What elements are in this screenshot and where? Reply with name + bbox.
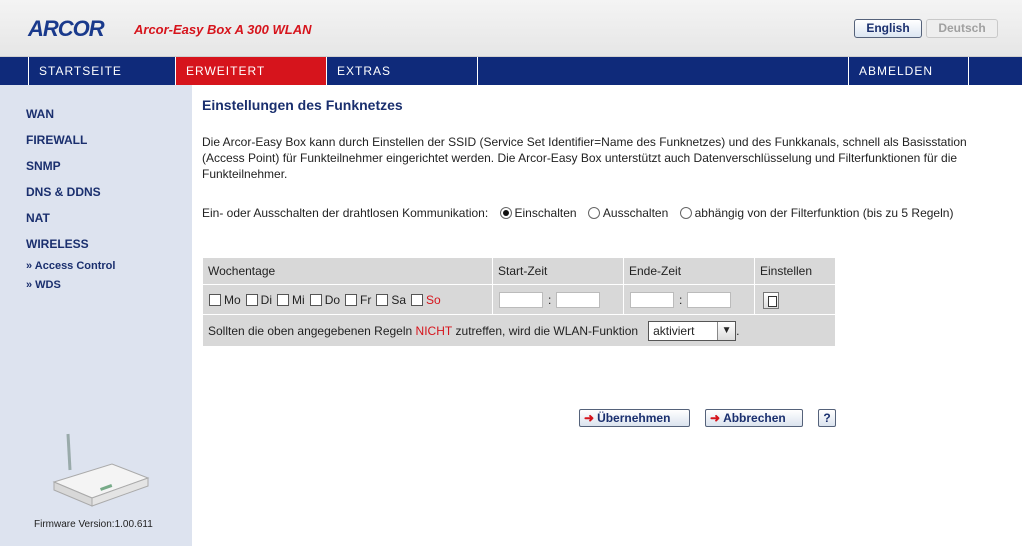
checkbox-do[interactable]: Do <box>309 293 341 307</box>
header-bar: ARCOR Arcor-Easy Box A 300 WLAN English … <box>0 0 1022 57</box>
arcor-logo: ARCOR <box>28 16 105 42</box>
day-label: So <box>426 293 441 307</box>
radio-ausschalten-label: Ausschalten <box>602 206 669 220</box>
day-label: Fr <box>360 293 372 307</box>
checkbox-sa[interactable]: Sa <box>376 293 406 307</box>
arrow-right-icon: ➜ <box>710 411 721 425</box>
product-name: Arcor-Easy Box A 300 WLAN <box>134 22 312 37</box>
start-time-cell: : <box>493 285 624 315</box>
sidebar-sub-wds[interactable]: » WDS <box>26 279 61 291</box>
sidebar-sub-access-control[interactable]: » Access Control <box>26 260 115 272</box>
radio-group-label: Ein- oder Ausschalten der drahtlosen Kom… <box>202 206 489 220</box>
sidebar-item-dns-ddns[interactable]: DNS & DDNS <box>26 185 101 199</box>
checkbox-mi[interactable]: Mi <box>277 293 305 307</box>
table-header-row: Wochentage Start-Zeit Ende-Zeit Einstell… <box>203 258 835 284</box>
deutsch-button[interactable]: Deutsch <box>926 19 998 38</box>
checkbox-box[interactable] <box>277 294 290 306</box>
chevron-down-icon[interactable]: ▼ <box>717 321 736 340</box>
abbrechen-label: Abbrechen <box>723 411 786 425</box>
header-einstellen: Einstellen <box>760 264 813 278</box>
radio-filterfunktion-label: abhängig von der Filterfunktion (bis zu … <box>694 206 954 220</box>
rule-text-end: . <box>736 323 740 338</box>
sidebar: WAN FIREWALL SNMP DNS & DDNS NAT WIRELES… <box>0 85 192 546</box>
description-text: Die Arcor-Easy Box kann durch Einstellen… <box>202 135 967 181</box>
sidebar-item-snmp[interactable]: SNMP <box>26 159 61 173</box>
radio-einschalten[interactable] <box>499 207 512 219</box>
checkbox-di[interactable]: Di <box>245 293 273 307</box>
radio-filterfunktion[interactable] <box>679 207 692 219</box>
nav-extras[interactable]: EXTRAS <box>327 57 478 85</box>
day-label: Di <box>260 293 273 307</box>
rule-text-after: zutreffen, wird die WLAN-Funktion <box>455 323 639 338</box>
start-minute-input[interactable] <box>556 292 601 308</box>
abbrechen-button[interactable]: ➜ Abbrechen <box>705 409 803 427</box>
arrow-right-icon: ➜ <box>584 411 595 425</box>
router-image <box>52 433 150 507</box>
sidebar-item-firewall[interactable]: FIREWALL <box>26 133 87 147</box>
wireless-switch-row: Ein- oder Ausschalten der drahtlosen Kom… <box>202 205 982 221</box>
end-time-cell: : <box>624 285 755 315</box>
day-label: Do <box>324 293 341 307</box>
start-hour-input[interactable] <box>499 292 543 308</box>
wlan-function-select[interactable]: aktiviert ▼ <box>648 320 737 341</box>
radio-einschalten-label: Einschalten <box>514 206 577 220</box>
nav-abmelden[interactable]: ABMELDEN <box>848 57 969 85</box>
checkbox-box[interactable] <box>209 294 221 306</box>
edit-cell <box>755 285 835 315</box>
page-title: Einstellungen des Funknetzes <box>202 97 403 113</box>
rule-row: Sollten die oben angegebenen Regeln NICH… <box>203 314 835 346</box>
checkbox-box[interactable] <box>376 294 389 306</box>
checkbox-box[interactable] <box>245 294 258 306</box>
header-start-zeit: Start-Zeit <box>493 258 624 284</box>
checkbox-box[interactable] <box>345 294 358 306</box>
time-separator: : <box>548 293 552 307</box>
checkbox-fr[interactable]: Fr <box>345 293 371 307</box>
help-button[interactable]: ? <box>818 409 836 427</box>
select-value: aktiviert <box>653 323 695 338</box>
header-ende-zeit: Ende-Zeit <box>624 258 755 284</box>
checkbox-box[interactable] <box>411 294 424 306</box>
checkbox-box[interactable] <box>309 294 322 306</box>
checkbox-so[interactable]: So <box>411 293 441 307</box>
table-row: Mo Di Mi Do Fr Sa So : : <box>203 284 835 315</box>
sidebar-item-nat[interactable]: NAT <box>26 211 50 225</box>
day-label: Mi <box>292 293 305 307</box>
uebernehmen-button[interactable]: ➜ Übernehmen <box>579 409 690 427</box>
days-cell: Mo Di Mi Do Fr Sa So <box>203 285 493 315</box>
rule-text-before: Sollten die oben angegebenen Regeln <box>208 323 413 338</box>
nav-erweitert[interactable]: ERWEITERT <box>176 57 327 85</box>
time-separator: : <box>679 293 683 307</box>
main-nav: STARTSEITE ERWEITERT EXTRAS ABMELDEN <box>0 57 1022 85</box>
day-label: Mo <box>224 293 241 307</box>
end-minute-input[interactable] <box>687 292 732 308</box>
schedule-table: Wochentage Start-Zeit Ende-Zeit Einstell… <box>203 258 835 346</box>
sidebar-item-wan[interactable]: WAN <box>26 107 54 121</box>
english-button[interactable]: English <box>854 19 922 38</box>
day-label: Sa <box>391 293 407 307</box>
header-wochentage: Wochentage <box>203 258 493 284</box>
radio-ausschalten[interactable] <box>587 207 600 219</box>
logo-text: ARCOR <box>28 16 105 41</box>
sidebar-item-wireless[interactable]: WIRELESS <box>26 237 89 251</box>
uebernehmen-label: Übernehmen <box>597 411 671 425</box>
firmware-version: Firmware Version:1.00.611 <box>34 519 153 530</box>
main-content: Einstellungen des Funknetzes Die Arcor-E… <box>192 85 1022 546</box>
nav-startseite[interactable]: STARTSEITE <box>28 57 176 85</box>
checkbox-mo[interactable]: Mo <box>209 293 241 307</box>
rule-text-nicht: NICHT <box>415 323 453 338</box>
edit-document-icon[interactable] <box>763 291 779 309</box>
end-hour-input[interactable] <box>630 292 674 308</box>
